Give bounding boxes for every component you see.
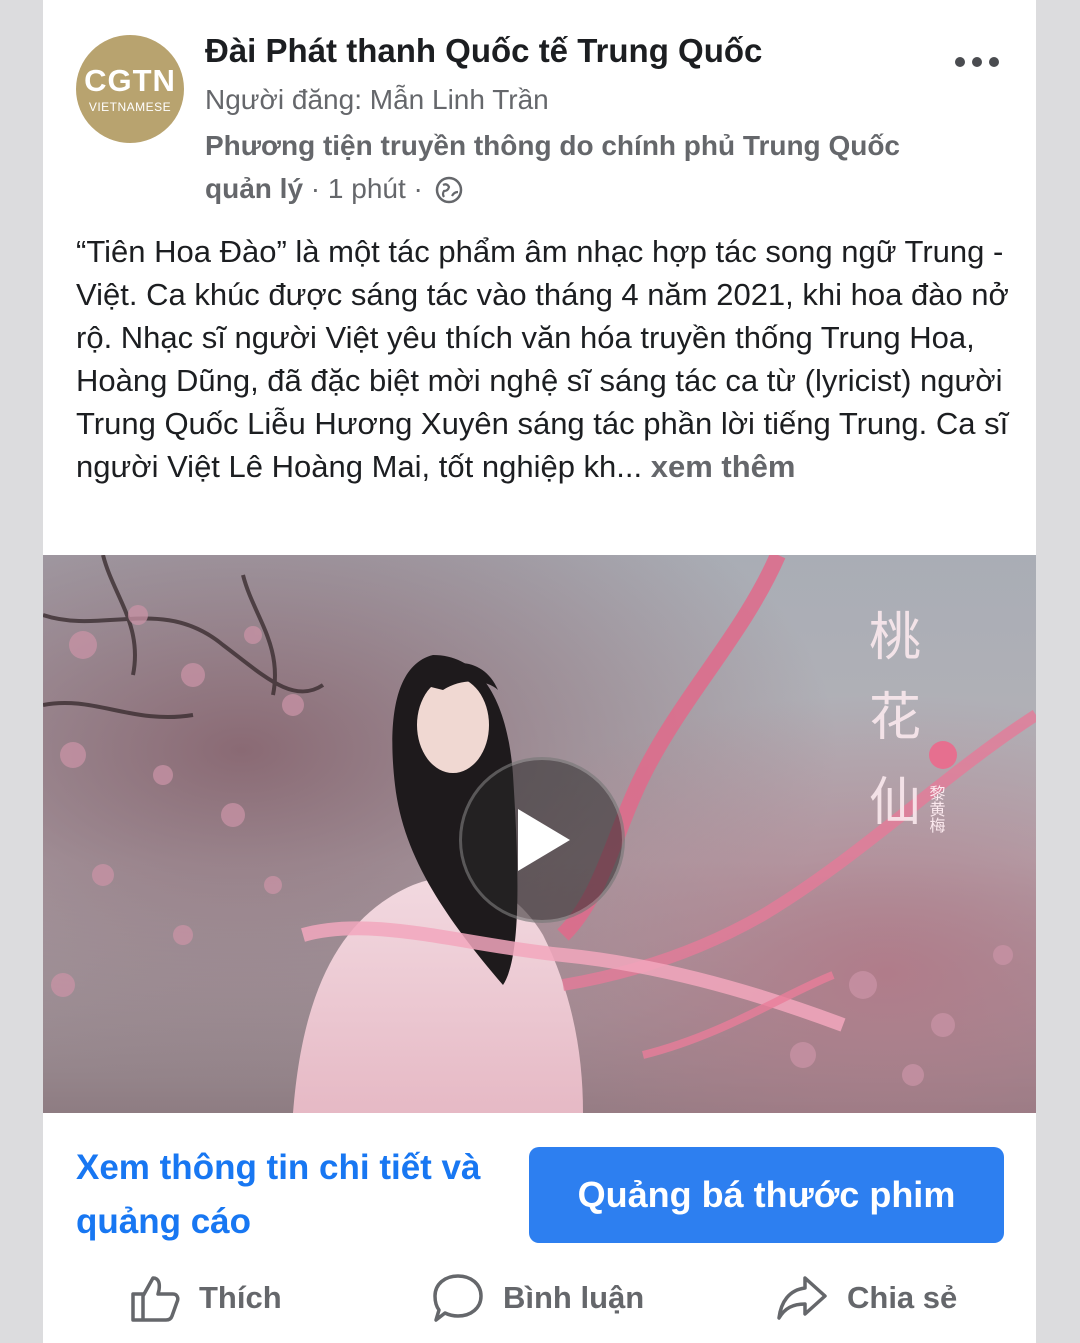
poster-label: Người đăng: Mẫn Linh Trần [205,84,549,115]
details-and-ads-link[interactable]: Xem thông tin chi tiết và quảng cáo [76,1141,506,1249]
page-avatar[interactable]: CGTN VIETNAMESE [76,35,184,143]
share-button[interactable]: Chia sẻ [775,1268,957,1328]
post-time[interactable]: · 1 phút · [303,173,431,204]
like-button[interactable]: Thích [129,1268,282,1328]
post-body: “Tiên Hoa Đào” là một tác phẩm âm nhạc h… [76,234,1009,484]
thumbs-up-icon [129,1272,181,1324]
promote-reel-button[interactable]: Quảng bá thước phim [529,1147,1004,1243]
video-title-char: 花 [869,688,921,748]
video-artist: 黎黄梅 [927,785,946,833]
share-arrow-icon [775,1272,829,1324]
speech-bubble-icon [431,1272,485,1324]
like-label: Thích [199,1280,282,1315]
globe-icon [435,173,463,216]
state-media-label: Phương tiện truyền thông do chính phủ Tr… [205,124,925,216]
see-more-link[interactable]: xem thêm [642,449,796,484]
comment-button[interactable]: Bình luận [431,1268,644,1328]
comment-label: Bình luận [503,1280,645,1315]
play-button[interactable] [459,757,625,923]
more-options-icon[interactable] [955,54,999,70]
avatar-logo-subtext: VIETNAMESE [88,99,172,114]
avatar-logo-text: CGTN [84,62,176,98]
share-label: Chia sẻ [847,1280,958,1315]
video-title-char: 仙 [869,773,921,833]
post-text: “Tiên Hoa Đào” là một tác phẩm âm nhạc h… [76,230,1016,488]
video-title-char: 桃 [869,608,921,668]
video-thumbnail[interactable]: 桃 花 仙 黎黄梅 [43,555,1036,1113]
page-name-link[interactable]: Đài Phát thanh Quốc tế Trung Quốc [205,32,762,70]
play-icon [518,809,570,871]
post-card: CGTN VIETNAMESE Đài Phát thanh Quốc tế T… [43,0,1036,1343]
